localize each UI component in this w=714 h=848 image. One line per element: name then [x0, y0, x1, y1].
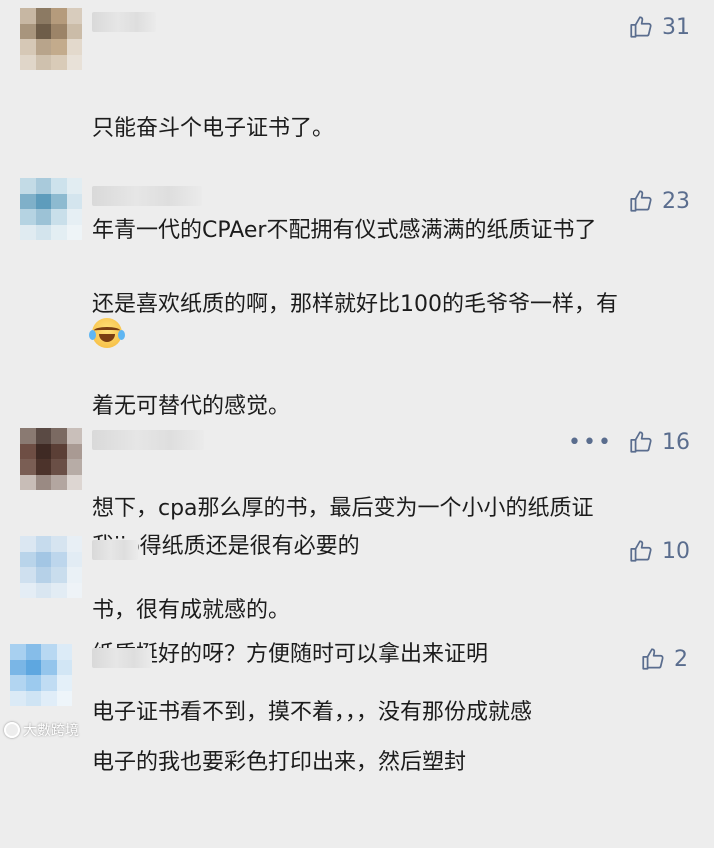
avatar[interactable]	[10, 644, 72, 706]
like-button[interactable]: 2	[640, 644, 688, 674]
like-count: 31	[662, 14, 690, 40]
avatar[interactable]	[20, 428, 82, 490]
like-button[interactable]: 23	[628, 186, 690, 216]
comment-text: 电子的我也要彩色打印出来，然后塑封	[92, 678, 466, 848]
comment-line: 电子的我也要彩色打印出来，然后塑封	[92, 750, 467, 775]
comment-line: 着无可替代的感觉。	[92, 394, 291, 419]
like-button[interactable]: 31	[628, 12, 690, 42]
thumbs-up-icon	[630, 540, 652, 562]
nickname-blurred[interactable]	[92, 430, 204, 450]
more-options-button[interactable]: •••	[568, 432, 613, 462]
like-count: 23	[662, 188, 690, 214]
nickname-blurred[interactable]	[92, 648, 152, 668]
thumbs-up-icon	[630, 431, 652, 453]
avatar[interactable]	[20, 8, 82, 70]
like-count: 16	[662, 429, 690, 455]
nickname-blurred[interactable]	[92, 186, 202, 206]
thumbs-up-icon	[642, 648, 664, 670]
avatar[interactable]	[20, 178, 82, 240]
nickname-blurred[interactable]	[92, 540, 138, 560]
watermark-text: 大數跨境	[23, 723, 79, 739]
comment-line: 只能奋斗个电子证书了。	[92, 116, 335, 141]
thumbs-up-icon	[630, 190, 652, 212]
like-count: 10	[662, 538, 690, 564]
like-button[interactable]: 10	[628, 536, 690, 566]
comment-line: 还是喜欢纸质的啊，那样就好比100的毛爷爷一样，有	[92, 292, 618, 317]
watermark-logo-icon	[4, 722, 20, 738]
like-count: 2	[674, 646, 688, 672]
nickname-blurred[interactable]	[92, 12, 156, 32]
watermark: 大數跨境	[4, 720, 79, 740]
thumbs-up-icon	[630, 16, 652, 38]
like-button[interactable]: 16	[628, 427, 690, 457]
avatar[interactable]	[20, 536, 82, 598]
